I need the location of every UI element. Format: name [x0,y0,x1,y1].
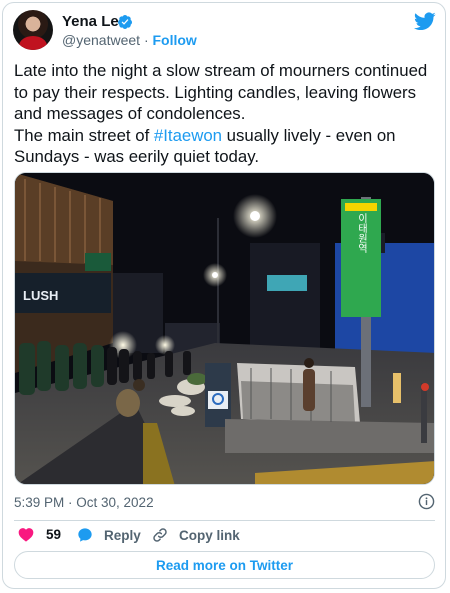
hashtag-link[interactable]: #Itaewon [154,126,222,145]
read-more-button[interactable]: Read more on Twitter [14,551,435,579]
tweet-text: Late into the night a slow stream of mou… [14,60,434,168]
info-icon[interactable] [418,493,435,510]
author-handle[interactable]: @yenatweet [62,32,140,48]
tweet-photo[interactable]: LUSH 이태원역 [14,172,435,485]
copy-link-button[interactable]: Copy link [152,527,240,543]
separator-dot: · [143,32,149,48]
heart-icon [18,528,34,542]
follow-button[interactable]: Follow [153,32,197,48]
reply-bubble-icon [78,528,92,542]
divider [14,520,435,521]
verified-badge-icon [117,15,132,29]
handle-row: @yenatweet · Follow [62,32,197,48]
twitter-bird-icon[interactable] [414,12,436,31]
station-sign-text: 이태원역 [356,213,368,254]
like-button[interactable]: 59 [18,527,61,542]
svg-text:LUSH: LUSH [23,288,58,303]
tweet-timestamp[interactable]: 5:39 PM · Oct 30, 2022 [14,495,154,510]
avatar[interactable] [13,10,53,50]
copy-link-label: Copy link [179,527,240,543]
reply-label: Reply [104,527,141,543]
like-count: 59 [46,527,62,542]
link-icon [153,528,167,542]
night-street-photo: LUSH 이태원역 [15,173,434,484]
reply-button[interactable]: Reply [77,527,141,543]
